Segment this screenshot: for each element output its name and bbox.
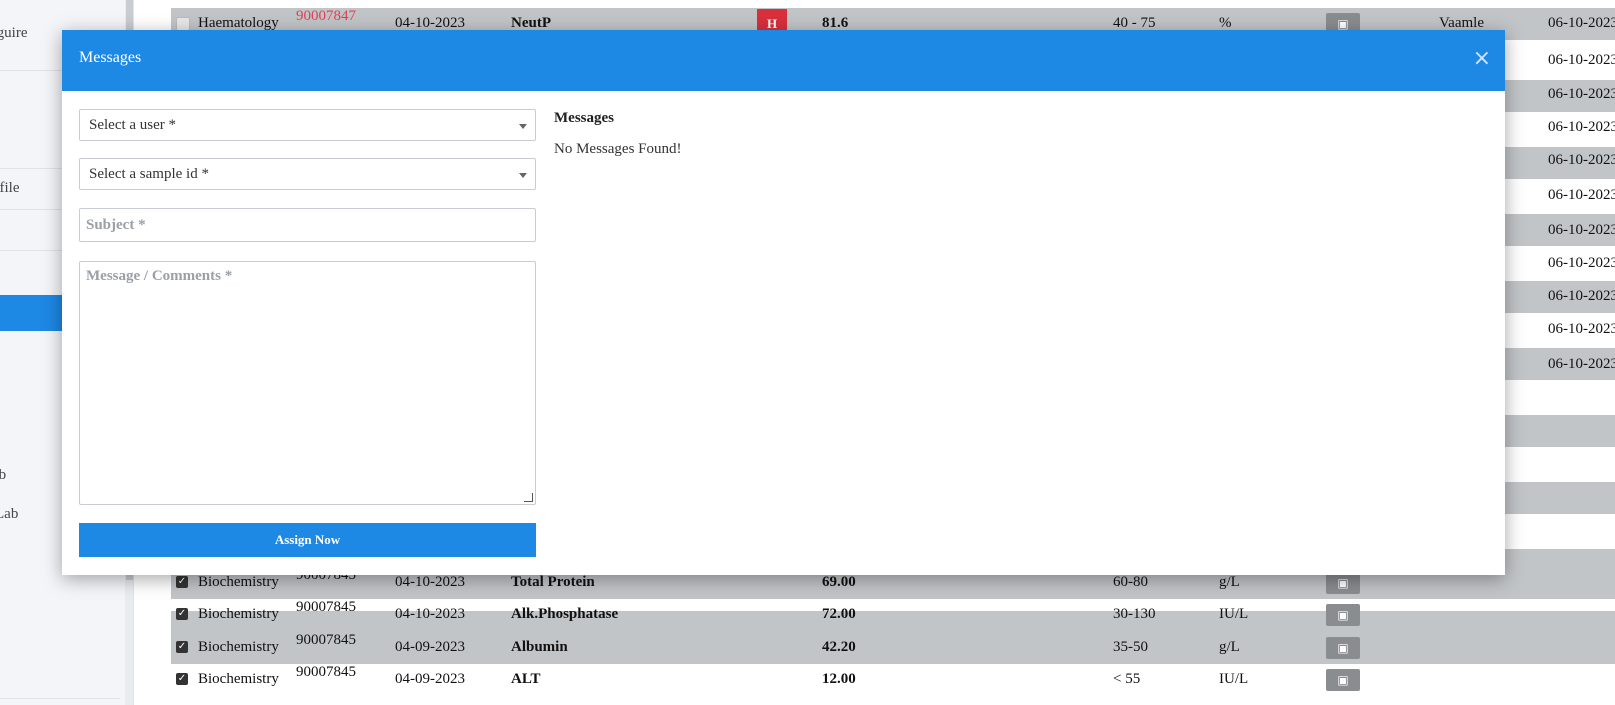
messages-heading: Messages xyxy=(554,110,614,126)
user-select[interactable]: Select a user * xyxy=(79,109,536,141)
user-select-label: Select a user * xyxy=(89,117,177,133)
message-field xyxy=(79,261,536,505)
subject-input[interactable] xyxy=(80,209,535,241)
close-icon[interactable]: × xyxy=(1473,46,1491,71)
messages-modal: Messages × Select a user * Select a samp… xyxy=(62,30,1505,575)
subject-field xyxy=(79,208,536,242)
modal-header: Messages × xyxy=(62,30,1505,91)
chevron-down-icon xyxy=(519,124,527,129)
sample-select-label: Select a sample id * xyxy=(89,166,209,182)
messages-empty-text: No Messages Found! xyxy=(554,141,682,157)
modal-title: Messages xyxy=(79,49,142,66)
chevron-down-icon xyxy=(519,173,527,178)
assign-now-button[interactable]: Assign Now xyxy=(79,523,536,557)
sample-id-select[interactable]: Select a sample id * xyxy=(79,158,536,190)
message-textarea[interactable] xyxy=(80,262,535,504)
resize-handle-icon[interactable] xyxy=(524,493,533,502)
